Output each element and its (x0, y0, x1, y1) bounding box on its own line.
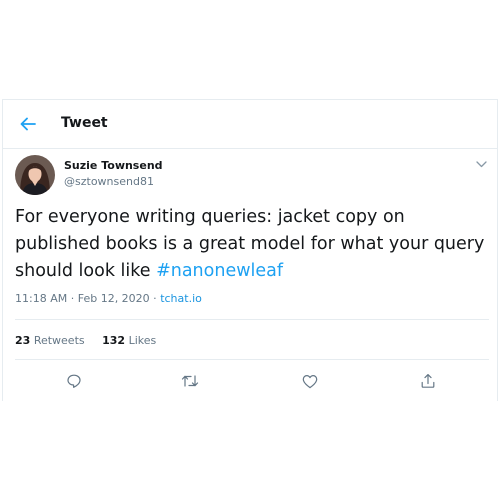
reply-button[interactable] (63, 370, 85, 392)
hashtag-link[interactable]: #nanonewleaf (156, 261, 283, 281)
meta-separator: · (67, 292, 78, 305)
tweet-time[interactable]: 11:18 AM (15, 292, 67, 305)
avatar[interactable] (15, 155, 55, 195)
back-button[interactable] (17, 113, 39, 135)
divider (15, 359, 489, 360)
divider (15, 319, 489, 320)
author-name[interactable]: Suzie Townsend (64, 159, 163, 172)
tweet-stats: 23 Retweets 132 Likes (15, 334, 170, 347)
retweet-button[interactable] (179, 370, 201, 392)
retweets-stat[interactable]: 23 Retweets (15, 334, 85, 347)
retweet-icon (181, 375, 199, 387)
share-button[interactable] (417, 370, 439, 392)
author-handle[interactable]: @sztownsend81 (64, 175, 154, 188)
reply-icon (67, 374, 81, 388)
tweet-panel: Tweet Suzie Townsend @sztownsend81 For e… (2, 99, 498, 401)
more-options-button[interactable] (473, 157, 489, 171)
tweet-source-link[interactable]: tchat.io (160, 292, 202, 305)
tweet-date[interactable]: Feb 12, 2020 (78, 292, 150, 305)
likes-count: 132 (102, 334, 126, 347)
tweet-header: Tweet (3, 100, 497, 149)
likes-stat[interactable]: 132 Likes (102, 334, 156, 347)
share-icon (421, 374, 435, 388)
like-button[interactable] (299, 370, 321, 392)
arrow-left-icon (20, 117, 36, 131)
chevron-down-icon (475, 160, 487, 167)
tweet-text: For everyone writing queries: jacket cop… (15, 204, 493, 285)
retweets-count: 23 (15, 334, 31, 347)
tweet-meta: 11:18 AM · Feb 12, 2020 · tchat.io (15, 292, 202, 305)
retweets-label: Retweets (33, 334, 85, 347)
meta-separator: · (149, 292, 161, 305)
page-title: Tweet (61, 115, 108, 131)
likes-label: Likes (128, 334, 157, 347)
like-icon (302, 374, 318, 388)
